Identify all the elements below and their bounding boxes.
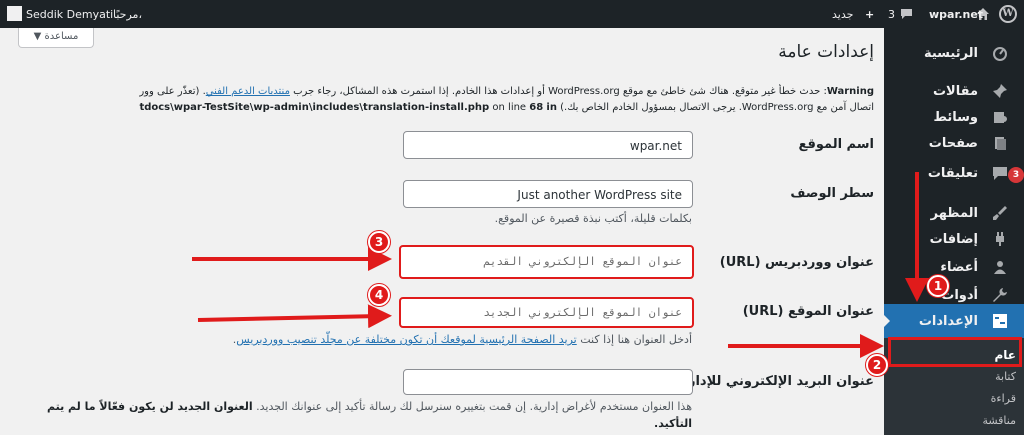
annotation-badge-3: 3	[368, 231, 390, 253]
arrow-4	[197, 304, 392, 329]
annotation-badge-2: 2	[866, 354, 888, 376]
annotation-badge-1: 1	[927, 275, 949, 297]
annotation-badge-4: 4	[368, 284, 390, 306]
